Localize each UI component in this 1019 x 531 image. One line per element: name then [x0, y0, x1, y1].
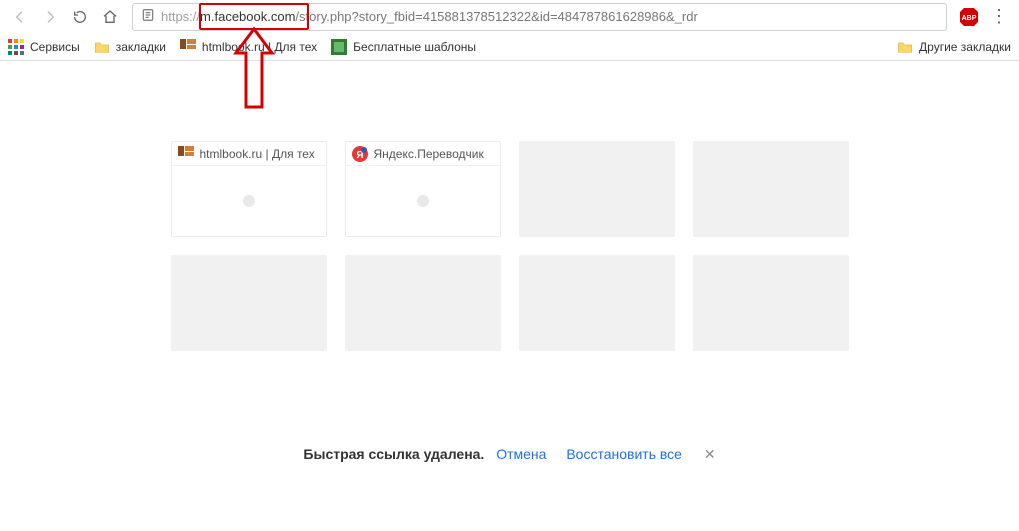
undo-cancel-link[interactable]: Отмена [496, 446, 546, 462]
folder-icon [94, 39, 110, 55]
site-info-icon[interactable] [141, 8, 155, 25]
tile-label: htmlbook.ru | Для тех [200, 147, 315, 161]
loading-dot [243, 195, 255, 207]
site-favicon [180, 39, 196, 55]
bookmark-label: закладки [116, 40, 166, 54]
speed-dial-tile[interactable] [693, 141, 849, 237]
browser-toolbar: https://m.facebook.com/story.php?story_f… [0, 0, 1019, 33]
close-icon[interactable]: ✕ [704, 446, 716, 462]
apps-label: Сервисы [30, 40, 80, 54]
new-tab-content: htmlbook.ru | Для тех Я Яндекс.Переводчи… [0, 61, 1019, 531]
tile-label: Яндекс.Переводчик [374, 147, 484, 161]
loading-dot [417, 195, 429, 207]
undo-restore-link[interactable]: Восстановить все [566, 446, 682, 462]
url-text: https://m.facebook.com/story.php?story_f… [161, 9, 698, 24]
speed-dial-tile[interactable] [693, 255, 849, 351]
svg-text:ABP: ABP [962, 15, 977, 22]
bookmark-item[interactable]: закладки [94, 39, 166, 55]
bookmark-label: htmlbook.ru | Для тех [202, 40, 317, 54]
bookmark-item[interactable]: Бесплатные шаблоны [331, 39, 476, 55]
speed-dial-tile[interactable]: htmlbook.ru | Для тех [171, 141, 327, 237]
speed-dial-tile[interactable] [519, 255, 675, 351]
site-favicon: Я [352, 146, 368, 162]
apps-icon [8, 39, 24, 55]
forward-button[interactable] [36, 3, 64, 31]
bookmark-label: Бесплатные шаблоны [353, 40, 476, 54]
other-bookmarks-label: Другие закладки [919, 40, 1011, 54]
speed-dial-grid: htmlbook.ru | Для тех Я Яндекс.Переводчи… [170, 141, 850, 351]
speed-dial-tile[interactable] [345, 255, 501, 351]
folder-icon [897, 39, 913, 55]
browser-menu-button[interactable]: ⋮ [985, 3, 1013, 31]
site-favicon [178, 146, 194, 162]
undo-message: Быстрая ссылка удалена. [303, 446, 484, 462]
reload-button[interactable] [66, 3, 94, 31]
site-favicon [331, 39, 347, 55]
bookmarks-bar: Сервисы закладки htmlbook.ru | Для тех Б… [0, 33, 1019, 61]
speed-dial-tile[interactable] [171, 255, 327, 351]
abp-extension-icon[interactable]: ABP [955, 3, 983, 31]
bookmark-item[interactable]: htmlbook.ru | Для тех [180, 39, 317, 55]
speed-dial-tile[interactable]: Я Яндекс.Переводчик [345, 141, 501, 237]
address-bar[interactable]: https://m.facebook.com/story.php?story_f… [132, 3, 947, 31]
back-button[interactable] [6, 3, 34, 31]
apps-shortcut[interactable]: Сервисы [8, 39, 80, 55]
speed-dial-tile[interactable] [519, 141, 675, 237]
other-bookmarks[interactable]: Другие закладки [897, 39, 1011, 55]
home-button[interactable] [96, 3, 124, 31]
undo-bar: Быстрая ссылка удалена. Отмена Восстанов… [0, 446, 1019, 463]
